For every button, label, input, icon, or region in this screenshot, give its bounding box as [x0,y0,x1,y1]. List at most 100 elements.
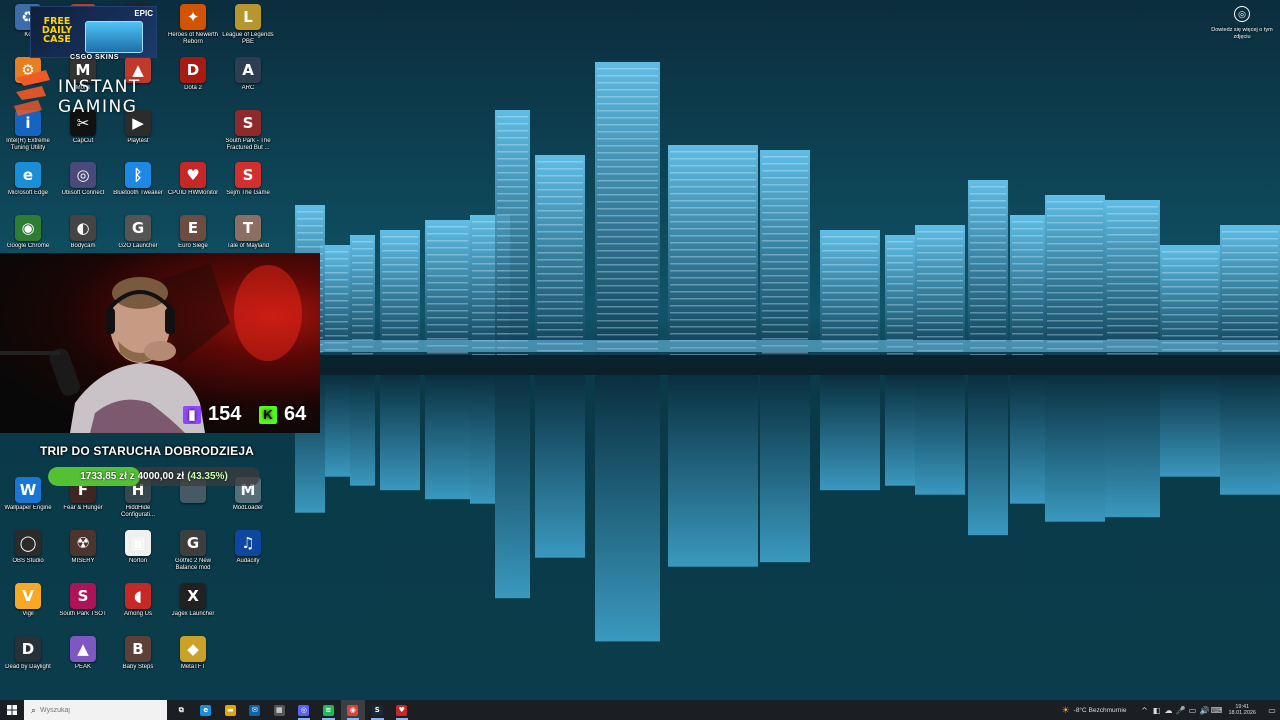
desktop-icon[interactable]: ♫ Audacity [220,530,276,582]
desktop-icon[interactable]: L League of Legends PBE [220,4,276,56]
taskbar-app-task-view[interactable]: ⧉ [169,700,194,720]
app-icon: S [70,583,96,609]
desktop-icon-label: Bluetooth Tweaker [113,190,163,196]
desktop-icon-label: G2O Launcher [118,243,158,249]
desktop-icon-label: Wallpaper Engine [4,505,52,511]
clock[interactable]: 19:41 18.01.2026 [1228,704,1256,717]
free-daily-case-ad[interactable]: FREE DAILY CASE EPIC [30,6,157,58]
twitch-icon: ▮ [183,405,201,424]
tray-icon[interactable]: ☁ [1162,706,1174,715]
search-icon: ⌕ [31,704,37,715]
app-icon: D [15,636,41,662]
taskbar-search[interactable]: ⌕ [24,700,167,720]
desktop-icon[interactable]: X Jagex Launcher [165,583,221,635]
taskbar-app-steam[interactable]: S [365,700,390,720]
instant-gaming-text: INSTANT GAMING [58,77,141,117]
desktop-icon[interactable]: ◆ MetaTFT [165,636,221,688]
desktop-icon[interactable]: ▶ Playtest [110,110,166,162]
desktop-icon-label: Playtest [127,138,149,144]
desktop-icon[interactable]: S Sejm The Game [220,162,276,214]
app-icon: G [180,530,206,556]
desktop-icon[interactable]: ᛒ Bluetooth Tweaker [110,162,166,214]
desktop-icon[interactable]: S South Park TSOT [55,583,111,635]
desktop-icon-label: ARC [241,85,255,91]
learn-about-picture[interactable]: ◎ Dowiedz się więcej o tym zdjęciu [1210,6,1274,41]
desktop-icon-label: Ubisoft Connect [61,190,105,196]
desktop-icon[interactable]: ✂ CapCut [55,110,111,162]
tray-icon[interactable]: ⌨ [1210,706,1223,715]
notification-icon[interactable]: ▭ [1264,706,1280,715]
camera-info-icon[interactable]: ◎ [1234,6,1250,22]
app-icon: ◆ [180,636,206,662]
windows-logo-icon [7,705,17,715]
desktop-icon[interactable]: ◎ Ubisoft Connect [55,162,111,214]
desktop-icon[interactable]: S South Park - The Fractured But ... [220,110,276,162]
desktop-icon-label: Gothic 2 New Balance mod [174,558,211,571]
start-button[interactable] [0,700,24,720]
search-input[interactable] [40,706,141,714]
app-icon: X [180,583,206,609]
desktop-icon[interactable]: ☢ MISERY [55,530,111,582]
taskbar-app-file-explorer[interactable]: ▬ [218,700,243,720]
tray-icon[interactable]: ^ [1138,706,1150,715]
desktop-icon-label: Fear & Hunger [63,505,103,511]
desktop-icon[interactable]: A ARC [220,57,276,109]
weather-widget[interactable]: ☀ -8°C Bezchmurnie [1062,705,1127,716]
outlook-icon: ✉ [249,704,261,716]
desktop-icon[interactable]: B Baby Steps [110,636,166,688]
tray-icons: ^ ◧ ☁ 🎤 ▭ 🔊 ⌨ [1138,706,1222,715]
weather-text: -8°C Bezchmurnie [1073,706,1127,714]
taskbar-app-hwmonitor[interactable]: ♥ [390,700,415,720]
tray-icon[interactable]: ◧ [1150,706,1162,715]
taskbar-app-edge[interactable]: e [194,700,219,720]
desktop-icon[interactable]: G Gothic 2 New Balance mod [165,530,221,582]
desktop-icon-label: Among Us [123,611,152,617]
desktop-icon[interactable]: V Vigil [0,583,56,635]
desktop-icon[interactable]: ▲ PEAK [55,636,111,688]
desktop-icon[interactable]: ◯ OBS Studio [0,530,56,582]
app-icon: W [15,477,41,503]
taskbar-app-discord[interactable]: ◎ [292,700,317,720]
desktop-icon[interactable]: ▣ Norton [110,530,166,582]
desktop-icon[interactable]: ♥ CPUID HWMonitor [165,162,221,214]
tray-icon[interactable]: 🎤 [1174,706,1186,715]
goal-percent: (43.35%) [187,471,228,482]
system-tray: ☀ -8°C Bezchmurnie ^ ◧ ☁ 🎤 ▭ 🔊 ⌨ 19:41 18.01.2… [1062,700,1280,720]
chrome-icon: ◉ [347,704,359,716]
desktop-icon[interactable]: D Dead by Daylight [0,636,56,688]
steam-icon: S [371,704,383,716]
app-icon: ◖ [125,583,151,609]
desktop-icon[interactable]: e Microsoft Edge [0,162,56,214]
desktop-icon[interactable]: ◖ Among Us [110,583,166,635]
donation-goal-bar: 1733,85 zł z 4000,00 zł (43.35%) [48,467,260,486]
tray-icon[interactable]: 🔊 [1198,706,1210,715]
desktop-icon-label: Heroes of Newerth Reborn [167,32,219,45]
app-icon: ♥ [180,162,206,188]
taskbar-app-spotify[interactable]: ≋ [316,700,341,720]
tray-icon[interactable]: ▭ [1186,706,1198,715]
desktop-icon-label: Microsoft Edge [7,190,49,196]
app-icon: ✦ [180,4,206,30]
desktop-icon[interactable]: ✦ Heroes of Newerth Reborn [165,4,221,56]
learn-more-label: Dowiedz się więcej o tym zdjęciu [1211,27,1273,40]
goal-target: 4000,00 zł [137,471,185,482]
desktop-icon-label: PEAK [74,664,91,670]
desktop-icon-label: ModLoader [232,505,264,511]
goal-separator: z [129,471,135,482]
taskbar-app-chrome[interactable]: ◉ [340,700,365,720]
desktop-icon-label: Intel(R) Extreme Tuning Utility [6,138,50,151]
twitch-subs-value: 154 [208,403,242,425]
app-icon: ▣ [125,530,151,556]
desktop-icon-label: Bodycam [70,243,96,249]
taskbar-app-calendar[interactable]: ▦ [267,700,292,720]
webcam-feed: ▮ 154 K 64 [0,253,320,433]
instant-gaming-icon [14,70,50,116]
kick-icon: K [259,405,277,424]
desktop-icon-label: Dota 2 [184,85,202,91]
taskbar-app-outlook[interactable]: ✉ [243,700,268,720]
app-icon: ♫ [235,530,261,556]
calendar-icon: ▦ [273,704,285,716]
taskbar: ⌕ ⧉ e ▬ ✉ ▦ ◎ ≋ ◉ S ♥ ☀ -8°C Bezchmurnie ^◧☁🎤▭🔊⌨ … [0,700,1280,720]
desktop-icon-label: South Park TSOT [59,611,107,617]
desktop-icon-label: MISERY [71,558,95,564]
